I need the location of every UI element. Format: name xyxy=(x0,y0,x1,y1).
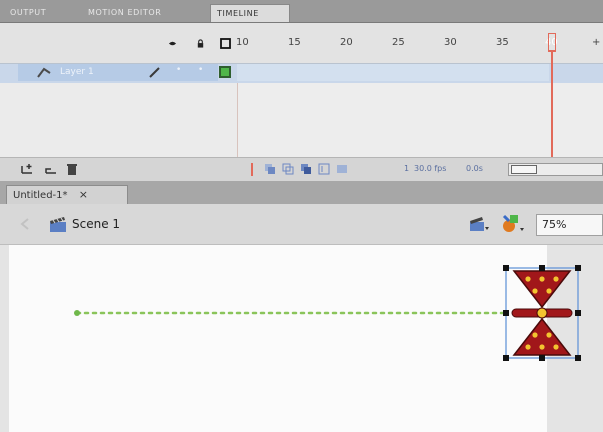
frame-number: 35 xyxy=(496,37,509,48)
edit-bar: Scene 1 75% xyxy=(0,204,603,245)
document-tab-label: Untitled-1* xyxy=(13,190,68,201)
frame-number: 30 xyxy=(444,37,457,48)
panel-tab-bar: OUTPUT MOTION EDITOR TIMELINE xyxy=(0,0,603,23)
motion-path[interactable] xyxy=(74,310,510,316)
new-layer-icon[interactable] xyxy=(20,163,34,175)
outline-icon[interactable] xyxy=(220,38,231,49)
current-frame: 1 xyxy=(404,164,410,173)
layer-icon xyxy=(37,67,51,78)
eye-icon[interactable] xyxy=(168,39,177,48)
frame-number: 25 xyxy=(392,37,405,48)
edit-multiple-frames-icon[interactable] xyxy=(300,163,312,175)
tab-output[interactable]: OUTPUT xyxy=(4,4,52,22)
elapsed-time: 0.0s xyxy=(466,164,483,173)
layer-name[interactable]: Layer 1 xyxy=(60,67,94,77)
timeline-header: 10 15 20 25 30 35 40 + xyxy=(0,23,603,63)
eye-dot[interactable]: • xyxy=(176,65,181,75)
pencil-icon[interactable] xyxy=(148,66,162,79)
edit-symbols-icon[interactable] xyxy=(500,212,526,236)
timeline-footer: 1 30.0 fps 0.0s xyxy=(0,157,603,182)
scene-clapper-icon xyxy=(50,217,66,232)
frame-number: + xyxy=(592,37,601,48)
edit-scene-icon[interactable] xyxy=(468,214,490,234)
new-folder-icon[interactable] xyxy=(44,163,58,175)
onion-skin-icon[interactable] xyxy=(264,163,276,175)
layer-color-swatch[interactable] xyxy=(219,66,231,78)
stage-artwork xyxy=(74,265,581,361)
scrollbar-thumb[interactable] xyxy=(511,165,537,174)
lock-icon[interactable] xyxy=(196,39,205,48)
bowtie-symbol[interactable] xyxy=(503,265,581,361)
frame-divider xyxy=(237,83,238,157)
frame-number: 20 xyxy=(340,37,353,48)
document-tab-bar: Untitled-1* × xyxy=(0,181,603,204)
close-icon[interactable]: × xyxy=(79,188,88,201)
tab-motion-editor[interactable]: MOTION EDITOR xyxy=(82,4,167,22)
trash-icon[interactable] xyxy=(66,162,78,176)
document-tab[interactable]: Untitled-1* × xyxy=(6,185,128,204)
scene-label[interactable]: Scene 1 xyxy=(72,217,120,231)
frame-number: 10 xyxy=(236,37,249,48)
horizontal-scrollbar[interactable] xyxy=(508,163,603,176)
back-arrow-icon[interactable] xyxy=(18,216,32,232)
modify-markers-icon[interactable] xyxy=(318,163,330,175)
frame-number: 15 xyxy=(288,37,301,48)
layer-list-area xyxy=(0,83,237,157)
frame-view-icon[interactable] xyxy=(336,163,348,175)
center-frame-icon[interactable] xyxy=(248,163,256,176)
tween-span[interactable] xyxy=(237,64,549,81)
zoom-field[interactable]: 75% xyxy=(536,214,603,236)
tab-timeline[interactable]: TIMELINE xyxy=(210,4,290,22)
onion-outline-icon[interactable] xyxy=(282,163,294,175)
timeline-panel: 10 15 20 25 30 35 40 + Layer 1 • • 1 30.… xyxy=(0,23,603,182)
lock-dot[interactable]: • xyxy=(198,65,203,75)
frame-rate[interactable]: 30.0 fps xyxy=(414,164,446,173)
